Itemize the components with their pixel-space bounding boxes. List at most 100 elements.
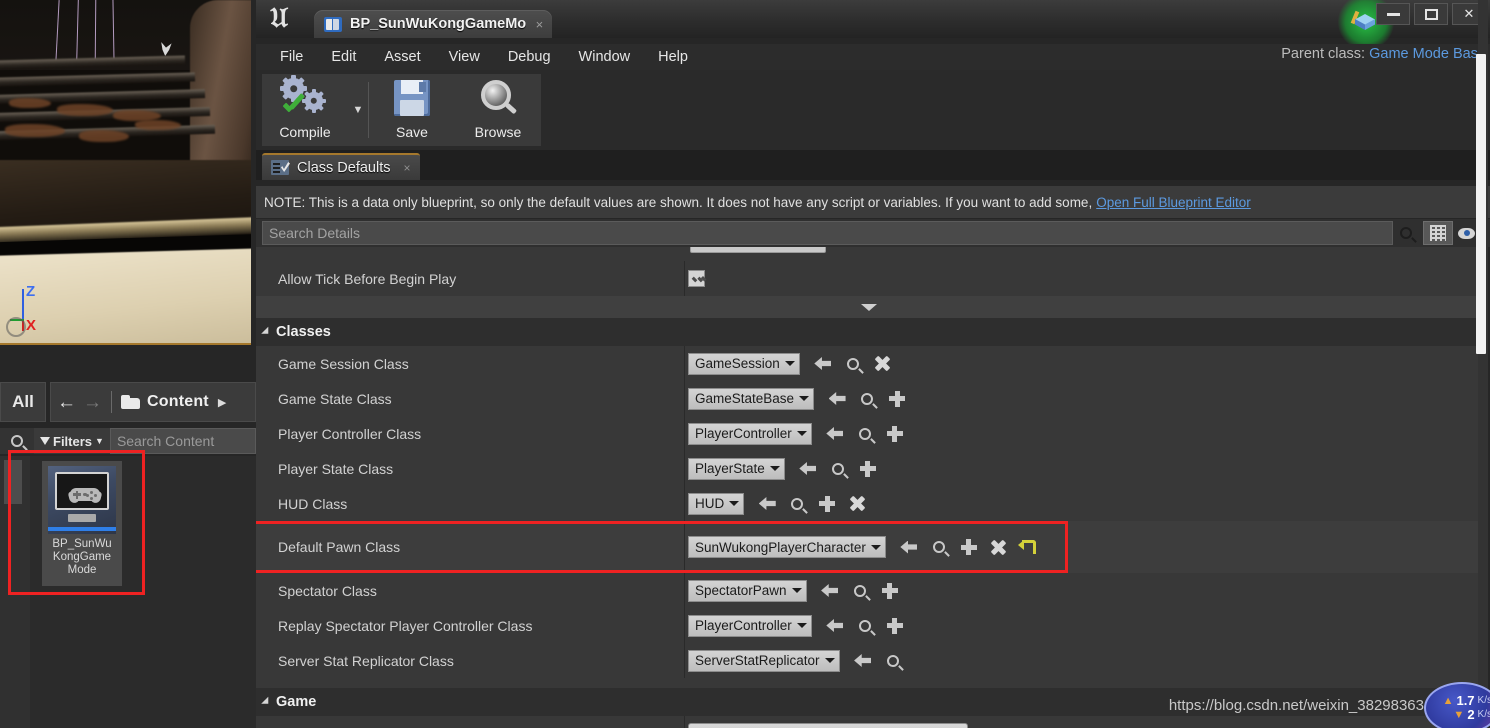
- use-selected-asset-icon[interactable]: [815, 578, 845, 604]
- use-selected-asset-icon[interactable]: [820, 613, 850, 639]
- use-selected-asset-icon[interactable]: [894, 534, 924, 560]
- clear-asset-icon[interactable]: [984, 534, 1014, 560]
- browse-asset-icon[interactable]: [924, 534, 954, 560]
- browse-asset-icon[interactable]: [850, 421, 880, 447]
- class-picker-combo[interactable]: SpectatorPawn: [688, 579, 807, 602]
- breadcrumb-content[interactable]: Content: [147, 393, 209, 411]
- new-asset-icon[interactable]: [880, 421, 910, 447]
- default-pawn-class-combo[interactable]: SunWukongPlayerCharacter: [688, 536, 886, 558]
- class-picker-combo[interactable]: HUD: [688, 492, 745, 515]
- table-row[interactable]: Replay Spectator Player Controller Class…: [256, 608, 1482, 643]
- use-selected-asset-icon[interactable]: [822, 386, 852, 412]
- chevron-down-icon: ▼: [95, 436, 104, 446]
- allow-tick-checkbox[interactable]: [688, 270, 705, 287]
- watermark: https://blog.csdn.net/weixin_38298363: [1168, 697, 1424, 714]
- search-input[interactable]: Search Details: [262, 221, 1393, 245]
- use-selected-asset-icon[interactable]: [793, 456, 823, 482]
- new-asset-icon[interactable]: [880, 613, 910, 639]
- open-full-blueprint-editor-link[interactable]: Open Full Blueprint Editor: [1096, 195, 1251, 210]
- new-asset-icon[interactable]: [954, 534, 984, 560]
- close-icon[interactable]: ×: [536, 17, 544, 32]
- menu-debug[interactable]: Debug: [494, 44, 565, 70]
- row-default-player-name[interactable]: Default Player Name: [256, 716, 1482, 728]
- parent-class-link[interactable]: Game Mode Base: [1369, 46, 1486, 62]
- property-label: Player State Class: [278, 460, 394, 477]
- clear-asset-icon[interactable]: [868, 351, 898, 377]
- menu-window[interactable]: Window: [565, 44, 645, 70]
- search-icon[interactable]: [1393, 227, 1419, 239]
- browse-asset-icon[interactable]: [878, 648, 908, 674]
- table-row[interactable]: Player Controller Class PlayerController: [256, 416, 1482, 451]
- back-button[interactable]: ←: [57, 393, 76, 412]
- table-row-default-pawn-class[interactable]: Default Pawn Class SunWukongPlayerCharac…: [256, 521, 1482, 573]
- browse-asset-icon[interactable]: [852, 386, 882, 412]
- all-filter-button[interactable]: All: [0, 382, 46, 422]
- breadcrumb: ← → Content ▶: [50, 382, 256, 422]
- level-viewport[interactable]: Z X: [0, 0, 251, 345]
- reset-to-default-icon[interactable]: [1014, 534, 1044, 560]
- new-asset-icon[interactable]: [853, 456, 883, 482]
- new-asset-icon[interactable]: [882, 386, 912, 412]
- tab-class-defaults[interactable]: Class Defaults ×: [262, 153, 421, 180]
- class-picker-combo[interactable]: PlayerState: [688, 457, 785, 480]
- table-row[interactable]: Game State Class GameStateBase: [256, 381, 1482, 416]
- class-picker-combo[interactable]: PlayerController: [688, 422, 812, 445]
- tab-class-defaults-label: Class Defaults: [297, 159, 391, 176]
- compass-icon: [6, 317, 26, 337]
- grid-view-icon[interactable]: [1423, 221, 1453, 245]
- new-asset-icon[interactable]: [812, 491, 842, 517]
- table-row[interactable]: HUD Class HUD: [256, 486, 1482, 521]
- save-button[interactable]: Save: [369, 74, 455, 146]
- browse-asset-icon[interactable]: [838, 351, 868, 377]
- row-allow-tick-before-begin-play[interactable]: Allow Tick Before Begin Play: [256, 261, 1482, 296]
- asset-tab[interactable]: BP_SunWuKongGameMo ×: [314, 10, 553, 38]
- property-label: HUD Class: [278, 495, 348, 512]
- expand-area-button[interactable]: [256, 296, 1482, 318]
- class-picker-combo[interactable]: ServerStatReplicator: [688, 649, 840, 672]
- close-icon[interactable]: ×: [403, 161, 410, 175]
- table-row[interactable]: Spectator Class SpectatorPawn: [256, 573, 1482, 608]
- use-selected-asset-icon[interactable]: [808, 351, 838, 377]
- menu-edit[interactable]: Edit: [317, 44, 370, 70]
- use-selected-asset-icon[interactable]: [848, 648, 878, 674]
- data-only-blueprint-note: NOTE: This is a data only blueprint, so …: [256, 186, 1490, 218]
- browse-asset-icon[interactable]: [850, 613, 880, 639]
- property-label: Game Session Class: [278, 355, 409, 372]
- compile-button[interactable]: Compile: [262, 74, 348, 146]
- class-picker-combo[interactable]: GameSession: [688, 352, 800, 375]
- use-selected-asset-icon[interactable]: [820, 421, 850, 447]
- minimize-button[interactable]: [1376, 3, 1410, 25]
- axis-label-z: Z: [26, 283, 36, 300]
- menu-help[interactable]: Help: [644, 44, 702, 70]
- use-selected-asset-icon[interactable]: [752, 491, 782, 517]
- browse-button[interactable]: Browse: [455, 74, 541, 146]
- menu-view[interactable]: View: [435, 44, 494, 70]
- table-row[interactable]: Server Stat Replicator Class ServerStatR…: [256, 643, 1482, 678]
- details-scrollbar-track[interactable]: [1476, 0, 1488, 728]
- browse-asset-icon[interactable]: [782, 491, 812, 517]
- table-row[interactable]: Game Session Class GameSession: [256, 346, 1482, 381]
- forward-button[interactable]: →: [83, 393, 102, 412]
- browse-asset-icon[interactable]: [823, 456, 853, 482]
- divider: [684, 573, 685, 608]
- compile-dropdown[interactable]: ▼: [348, 74, 368, 146]
- divider: [684, 381, 685, 416]
- menu-file[interactable]: File: [266, 44, 317, 70]
- clear-asset-icon[interactable]: [842, 491, 872, 517]
- class-picker-combo[interactable]: PlayerController: [688, 614, 812, 637]
- chevron-down-icon: [791, 588, 802, 593]
- class-picker-combo[interactable]: GameStateBase: [688, 387, 815, 410]
- menu-asset[interactable]: Asset: [370, 44, 434, 70]
- chevron-right-icon[interactable]: ▶: [218, 396, 226, 409]
- class-defaults-icon: [271, 160, 289, 175]
- details-scrollbar-thumb[interactable]: [1476, 54, 1486, 354]
- details-panel[interactable]: Allow Tick Before Begin Play Classes Gam…: [256, 247, 1482, 728]
- table-row[interactable]: Player State Class PlayerState: [256, 451, 1482, 486]
- new-asset-icon[interactable]: [875, 578, 905, 604]
- category-header-classes[interactable]: Classes: [256, 318, 1482, 346]
- axis-label-x: X: [26, 317, 37, 334]
- maximize-button[interactable]: [1414, 3, 1448, 25]
- default-player-name-input[interactable]: [688, 722, 968, 728]
- browse-asset-icon[interactable]: [845, 578, 875, 604]
- save-label: Save: [396, 124, 428, 140]
